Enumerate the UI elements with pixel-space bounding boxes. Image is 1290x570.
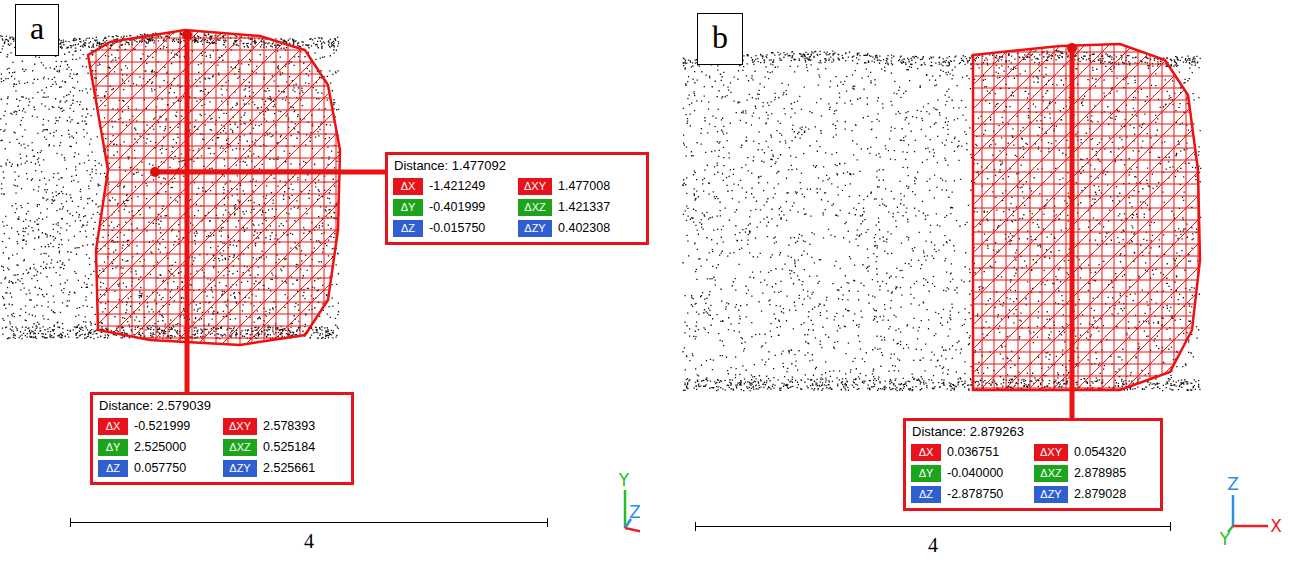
- measurement-title: Distance: 1.477092: [393, 157, 641, 175]
- delta-value: 1.477008: [558, 178, 641, 195]
- delta-key: ΔX: [98, 418, 128, 435]
- delta-key: ΔY: [98, 439, 128, 456]
- panel-label: b: [697, 13, 743, 65]
- axis: X: [625, 526, 640, 546]
- scale-bar: 4: [695, 522, 1171, 557]
- delta-key: ΔX: [911, 444, 941, 461]
- delta-value: 2.878985: [1074, 465, 1155, 482]
- figure: YZXaDistance: 1.477092ΔX-1.421249ΔXY1.47…: [0, 0, 1290, 570]
- delta-value: -1.421249: [429, 178, 512, 195]
- delta-value: 2.525661: [263, 460, 346, 477]
- measure-line: [1070, 48, 1075, 418]
- delta-key: ΔZ: [393, 220, 423, 237]
- axes-gizmo: YZX: [618, 470, 640, 546]
- delta-key: ΔZY: [1034, 486, 1068, 503]
- measure-point: [150, 167, 160, 177]
- axis: Z: [1227, 474, 1239, 526]
- axis-label: Z: [629, 502, 640, 522]
- axis: Y: [618, 470, 630, 528]
- measurement-box: Distance: 1.477092 ΔX -1.421249 ΔXY 1.477008…: [385, 152, 649, 245]
- delta-key: ΔXY: [518, 178, 552, 195]
- scale-label: 4: [928, 533, 938, 557]
- delta-value: -0.521999: [134, 418, 217, 435]
- delta-key: ΔZY: [518, 220, 552, 237]
- measure-point: [182, 30, 192, 40]
- measure-point: [1067, 43, 1077, 53]
- delta-key: ΔZY: [223, 460, 257, 477]
- panel-label: a: [15, 4, 59, 56]
- axis-line: [1233, 525, 1268, 528]
- axis: Y: [1219, 526, 1233, 549]
- delta-value: 2.879028: [1074, 486, 1155, 503]
- figure-panel: YZXaDistance: 1.477092ΔX-1.421249ΔXY1.47…: [0, 0, 640, 570]
- delta-key: ΔXY: [223, 418, 257, 435]
- measure-line: [155, 170, 385, 175]
- axis-label: X: [1270, 516, 1282, 536]
- delta-value: 0.036751: [947, 444, 1028, 461]
- measurement-title: Distance: 2.879263: [911, 423, 1155, 441]
- measurement-box: Distance: 2.879263ΔX0.036751ΔXY0.054320Δ…: [903, 418, 1163, 511]
- mesh-outline: [973, 44, 1200, 390]
- scale-bar: 4: [70, 518, 548, 553]
- delta-value: 0.057750: [134, 460, 217, 477]
- delta-value: 0.402308: [558, 220, 641, 237]
- axis: Z: [625, 502, 640, 528]
- axis-line: [1232, 495, 1235, 526]
- delta-value: 1.421337: [558, 199, 641, 216]
- axis-line: [624, 490, 627, 528]
- delta-key: ΔZ: [911, 486, 941, 503]
- delta-value: -0.015750: [429, 220, 512, 237]
- delta-value: 2.578393: [263, 418, 346, 435]
- axis-label: Y: [1219, 529, 1231, 549]
- measure-line: [185, 33, 190, 392]
- delta-value: -0.401999: [429, 199, 512, 216]
- mesh-outline: [88, 30, 340, 345]
- measurement-grid: ΔX -0.521999 ΔXY 2.578393 ΔY 2.525000 ΔXZ 0.525…: [98, 418, 346, 477]
- scale-line: [70, 518, 548, 527]
- delta-value: 0.054320: [1074, 444, 1155, 461]
- measurement-grid: ΔX 0.036751 ΔXY 0.054320 ΔY -0.040000 ΔXZ 2.878…: [911, 444, 1155, 503]
- delta-key: ΔXY: [1034, 444, 1068, 461]
- delta-value: -0.040000: [947, 465, 1028, 482]
- figure-panel: Z Y Xb Distance: 2.879263 ΔX 0.036751 ΔXY 0.054…: [640, 0, 1290, 570]
- delta-key: ΔXZ: [223, 439, 257, 456]
- measurement-grid: ΔX -1.421249 ΔXY 1.477008 ΔY -0.401999 ΔXZ 1.42…: [393, 178, 641, 237]
- measurement-title: Distance: 2.579039: [98, 397, 346, 415]
- delta-key: ΔXZ: [1034, 465, 1068, 482]
- delta-key: ΔXZ: [518, 199, 552, 216]
- delta-value: 0.525184: [263, 439, 346, 456]
- delta-key: ΔZ: [98, 460, 128, 477]
- measurement-box: Distance: 2.579039 ΔX -0.521999 ΔXY 2.578393…: [90, 392, 354, 485]
- axis-label: Y: [618, 470, 630, 490]
- axis: X: [1233, 516, 1282, 536]
- axes-gizmo: Z Y X: [1219, 474, 1282, 549]
- axis-line: [625, 528, 640, 534]
- scale-line: [695, 522, 1171, 531]
- axis-label: Z: [1227, 474, 1239, 494]
- delta-key: ΔY: [393, 199, 423, 216]
- delta-key: ΔX: [393, 178, 423, 195]
- mesh-grid: [0, 26, 640, 350]
- delta-value: 2.525000: [134, 439, 217, 456]
- mesh-grid: [640, 40, 1290, 394]
- scale-label: 4: [304, 529, 314, 553]
- delta-value: -2.878750: [947, 486, 1028, 503]
- delta-key: ΔY: [911, 465, 941, 482]
